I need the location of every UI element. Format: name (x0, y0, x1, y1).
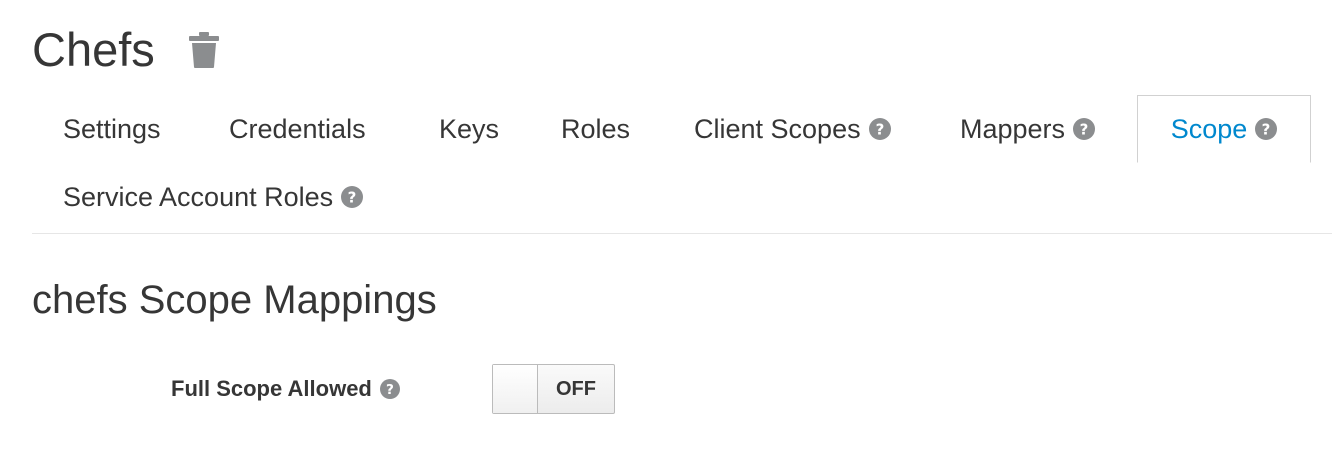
tab-label: Scope (1170, 113, 1248, 144)
tab-scope[interactable]: Scope ? (1137, 95, 1311, 163)
help-icon[interactable]: ? (868, 118, 891, 140)
field-label: Full Scope Allowed (171, 376, 372, 401)
svg-text:?: ? (1262, 121, 1271, 139)
toggle-state-label: OFF (556, 377, 596, 400)
section-title: chefs Scope Mappings (32, 278, 437, 322)
tab-label: Credentials (229, 113, 366, 144)
tab-settings[interactable]: Settings (63, 95, 161, 163)
page: Chefs Settings Credentials Keys Roles Cl… (0, 0, 1332, 470)
full-scope-allowed-toggle[interactable]: OFF (492, 364, 615, 414)
page-header: Chefs (32, 20, 221, 80)
tab-label: Client Scopes (694, 113, 861, 144)
tab-client-scopes[interactable]: Client Scopes ? (694, 95, 891, 163)
tab-service-account-roles[interactable]: Service Account Roles ? (63, 163, 364, 231)
tab-label: Service Account Roles (63, 181, 334, 212)
svg-text:?: ? (1080, 121, 1089, 139)
svg-text:?: ? (348, 189, 357, 207)
tab-credentials[interactable]: Credentials (229, 95, 366, 163)
help-icon[interactable]: ? (341, 186, 364, 208)
trash-icon[interactable] (187, 30, 221, 70)
page-title: Chefs (32, 23, 155, 76)
tab-label: Roles (561, 113, 631, 144)
tab-label: Keys (439, 113, 500, 144)
tab-label: Settings (63, 113, 161, 144)
tab-mappers[interactable]: Mappers ? (960, 95, 1096, 163)
tab-keys[interactable]: Keys (439, 95, 499, 163)
svg-text:?: ? (875, 121, 884, 139)
tab-bar: Settings Credentials Keys Roles Client S… (32, 95, 1332, 234)
tab-label: Mappers (960, 113, 1066, 144)
svg-text:?: ? (386, 382, 394, 398)
toggle-handle[interactable] (493, 365, 538, 413)
help-icon[interactable]: ? (1073, 118, 1096, 140)
full-scope-allowed-label: Full Scope Allowed ? (171, 372, 400, 406)
tab-roles[interactable]: Roles (561, 95, 630, 163)
help-icon[interactable]: ? (379, 379, 400, 399)
help-icon[interactable]: ? (1255, 118, 1278, 140)
